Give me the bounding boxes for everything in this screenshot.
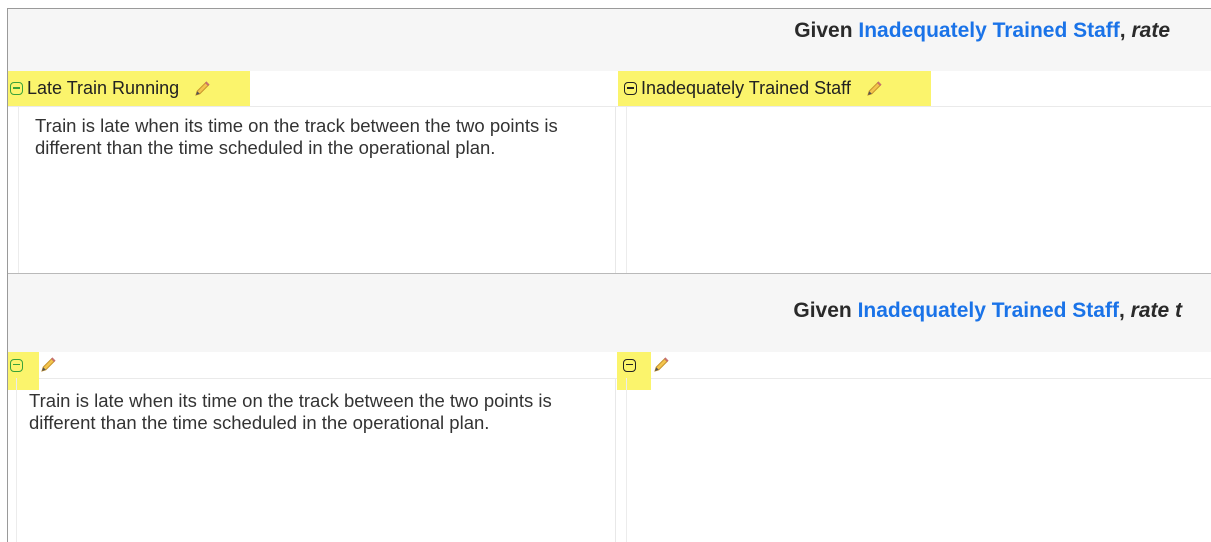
node-description: Train is late when its time on the track…	[29, 390, 552, 433]
minus-square-icon[interactable]	[623, 358, 636, 372]
pencil-icon[interactable]	[39, 356, 57, 374]
question-link[interactable]: Inadequately Trained Staff	[858, 19, 1119, 42]
right-column	[614, 352, 1211, 542]
pencil-icon[interactable]	[193, 80, 211, 98]
right-column: Inadequately Trained Staff	[614, 71, 1211, 273]
question-suffix: ,	[1118, 299, 1131, 322]
node-content: Train is late when its time on the track…	[16, 378, 616, 542]
node-title-row	[623, 352, 670, 378]
question-suffix: ,	[1119, 19, 1132, 42]
minus-square-icon[interactable]	[10, 358, 23, 372]
minus-square-icon[interactable]	[10, 82, 23, 95]
node-content: Train is late when its time on the track…	[18, 107, 616, 273]
node-content	[626, 378, 1211, 542]
question-link[interactable]: Inadequately Trained Staff	[858, 299, 1119, 322]
node-description: Train is late when its time on the track…	[35, 115, 558, 158]
node-content	[626, 107, 1211, 273]
node-title-row: Inadequately Trained Staff	[624, 71, 883, 106]
pencil-icon[interactable]	[865, 80, 883, 98]
question-prefix: Given	[794, 19, 859, 42]
question-text: Given Inadequately Trained Staff, rate t	[793, 299, 1182, 323]
left-column: Train is late when its time on the track…	[8, 352, 616, 542]
node-title: Late Train Running	[27, 78, 180, 98]
question-prefix: Given	[793, 299, 858, 322]
comparison-panel-1: Given Inadequately Trained Staff, rate L…	[8, 9, 1211, 274]
node-title: Inadequately Trained Staff	[641, 78, 851, 98]
question-tail: rate t	[1130, 299, 1182, 322]
node-header	[8, 352, 614, 390]
question-header: Given Inadequately Trained Staff, rate t	[8, 274, 1211, 352]
minus-square-icon[interactable]	[624, 82, 637, 95]
question-text: Given Inadequately Trained Staff, rate	[794, 19, 1170, 43]
node-header: Inadequately Trained Staff	[614, 71, 1211, 107]
comparison-panel-2: Given Inadequately Trained Staff, rate t…	[8, 274, 1211, 542]
pencil-icon[interactable]	[652, 356, 670, 374]
question-tail: rate	[1131, 19, 1170, 42]
node-header	[614, 352, 1211, 390]
node-header: Late Train Running	[8, 71, 614, 107]
node-title-row: Late Train Running	[10, 71, 211, 106]
question-header: Given Inadequately Trained Staff, rate	[8, 9, 1211, 71]
left-column: Late Train Running Train is late when it…	[8, 71, 616, 273]
comparison-frame: Given Inadequately Trained Staff, rate L…	[7, 8, 1211, 542]
node-title-row	[10, 352, 57, 378]
